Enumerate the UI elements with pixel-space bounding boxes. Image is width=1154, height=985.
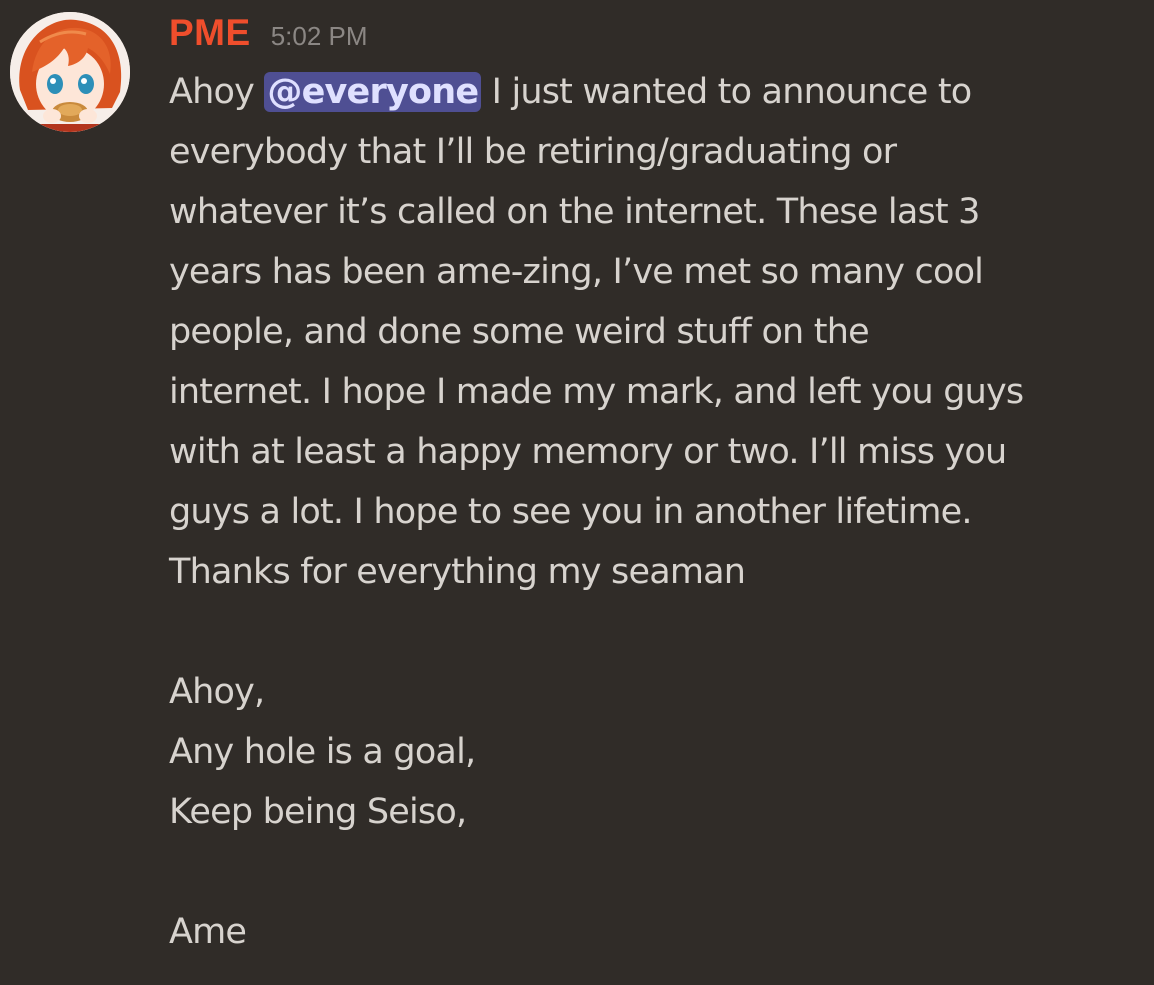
message-line: years has been ame-zing, I’ve met so man…	[169, 252, 984, 292]
message-line: Keep being Seiso,	[169, 792, 467, 832]
message-line: Ame	[169, 912, 247, 952]
message-line: guys a lot. I hope to see you in another…	[169, 492, 973, 532]
mention-everyone[interactable]: @everyone	[264, 72, 482, 112]
chat-message: PME 5:02 PM Ahoy @everyone I just wanted …	[0, 0, 1154, 985]
message-line: Ahoy @everyone I just wanted to announce…	[169, 62, 1144, 122]
message-content: Ahoy @everyone I just wanted to announce…	[169, 62, 1144, 962]
message-line: whatever it’s called on the internet. Th…	[169, 192, 980, 232]
message-line: Thanks for everything my seaman	[169, 552, 746, 592]
anime-girl-avatar-icon	[10, 12, 130, 132]
message-text: Ahoy	[169, 72, 255, 112]
message-text: I just wanted to announce to	[491, 72, 973, 112]
username[interactable]: PME	[169, 12, 251, 53]
message-line: internet. I hope I made my mark, and lef…	[169, 372, 1024, 412]
message-line: Ahoy,	[169, 672, 265, 712]
timestamp: 5:02 PM	[270, 21, 368, 51]
message-header: PME 5:02 PM	[169, 12, 368, 56]
message-line: people, and done some weird stuff on the	[169, 312, 870, 352]
message-line: Any hole is a goal,	[169, 732, 476, 772]
message-line: everybody that I’ll be retiring/graduati…	[169, 132, 897, 172]
message-line: with at least a happy memory or two. I’l…	[169, 432, 1007, 472]
user-avatar[interactable]	[10, 12, 130, 132]
